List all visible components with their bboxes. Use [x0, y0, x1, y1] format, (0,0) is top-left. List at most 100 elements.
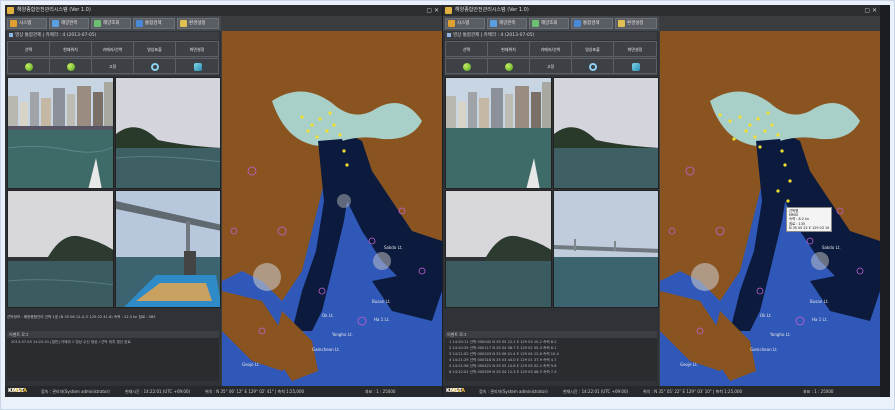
grid-cell-tool[interactable] [175, 58, 219, 74]
radar-sector-icon [691, 263, 719, 291]
log-line: 6 14:22:01 선박 000509 N 35 04 12.3 E 129 … [449, 370, 557, 374]
vessel-info-text [445, 314, 657, 321]
toolbar-button-ocean[interactable]: 해양관측 [49, 18, 89, 29]
island-sea-image [446, 191, 551, 307]
map-label: Busan Lt. [372, 299, 391, 304]
toolbar-button-label: 해양관측 [499, 21, 516, 26]
status-position: 위치 : N 35° 05' 22" E 129° 03' 10" | 축척 1… [643, 389, 743, 394]
left-app-window: 해양종합안전관리시스템 (Ver 1.0) ▢ ✕ 시스템 해양관측 해양조회 … [5, 5, 442, 397]
event-log-panel: 이벤트 로그 2013-07-05 14:22:01 [일반] 카메라 1 영상… [7, 331, 219, 381]
grid-cell-position[interactable] [49, 58, 92, 74]
camera-view-1[interactable] [445, 77, 552, 189]
toolbar-button-label: 해양관측 [61, 21, 78, 26]
map-label: Geoje Lt. [680, 362, 698, 367]
radar-sector-icon [373, 252, 391, 270]
toolbar-button-system[interactable]: 시스템 [7, 18, 47, 29]
logo-main: KMST [8, 388, 24, 394]
grid-cell-mode[interactable]: 고정 [91, 58, 134, 74]
grid-cell-refresh[interactable] [133, 58, 176, 74]
grid-header-screen[interactable]: 화면설정 [613, 41, 657, 57]
status-position: 위치 : N 35° 06' 12" E 129° 02' 41" | 축척 1… [205, 389, 305, 394]
log-title: 이벤트 로그 [7, 331, 219, 338]
control-grid: 선택 현재위치 카메라/선박 영상표출 화면설정 고정 [445, 41, 657, 75]
map-label: Sakdo Lt. [384, 245, 403, 250]
grid-cell-mode[interactable]: 고정 [529, 58, 572, 74]
settings-icon [180, 20, 187, 27]
video-control-panel: 영상 통합관제 | 카메라 : 4 (2013-07-05) 선택 현재위치 카… [5, 31, 221, 397]
grid-header-display[interactable]: 영상표출 [133, 41, 176, 57]
camera-view-2[interactable] [553, 77, 659, 189]
log-line: 4 14:21:29 선박 000318 N 35 03 44.0 E 129 … [449, 358, 557, 362]
company-logo: KMST KOREA [446, 388, 465, 395]
panel-title-bar: 영상 통합관제 | 카메라 : 4 (2013-07-05) [445, 32, 657, 40]
camera-view-3[interactable] [445, 190, 552, 308]
grid-cell-position[interactable] [487, 58, 530, 74]
toolbar-button-settings[interactable]: 환경설정 [177, 18, 219, 29]
grid-header-screen[interactable]: 화면설정 [175, 41, 219, 57]
coast-hill-image [554, 78, 658, 188]
event-log-panel: 이벤트 로그 1 14:20:11 선박 000042 N 35 05 22.1… [445, 331, 657, 381]
toolbar-button-system[interactable]: 시스템 [445, 18, 485, 29]
grid-cell-tool[interactable] [613, 58, 657, 74]
window-controls[interactable]: ▢ ✕ [426, 5, 439, 16]
map-label: Yongho Lt. [331, 332, 353, 337]
toolbar-button-label: 환경설정 [627, 21, 644, 26]
toolbar-button-label: 환경설정 [189, 21, 206, 26]
log-line: 2013-07-05 14:22:01 [일반] 카메라 1 영상 수신 정상 … [11, 340, 131, 344]
database-icon [136, 20, 143, 27]
grid-cell-refresh[interactable] [571, 58, 614, 74]
map-label: Ok Lt. [322, 313, 334, 318]
toolbar-button-search[interactable]: 통합검색 [133, 18, 175, 29]
camera-view-1[interactable] [7, 77, 114, 189]
toolbar-button-query[interactable]: 해양조회 [529, 18, 569, 29]
toolbar-button-search[interactable]: 통합검색 [571, 18, 613, 29]
radar-sector-icon [253, 263, 281, 291]
grid-header-select[interactable]: 선택 [7, 41, 50, 57]
search-icon [94, 20, 101, 27]
toolbar-button-ocean[interactable]: 해양관측 [487, 18, 527, 29]
radar-sector-icon [337, 194, 351, 208]
bridge-boat-image [116, 191, 220, 307]
island-sea-image [8, 191, 113, 307]
camera-view-4[interactable] [115, 190, 221, 308]
camera-view-2[interactable] [115, 77, 221, 189]
window-controls[interactable]: ▢ ✕ [864, 5, 877, 16]
grid-header-position[interactable]: 현재위치 [487, 41, 530, 57]
panel-title: 영상 통합관제 [15, 33, 42, 38]
status-bar: KMST KOREA 접속 : 관리자(System administrator… [5, 386, 442, 397]
camera-view-3[interactable] [7, 190, 114, 308]
sea-chart-map[interactable]: Sakdo Lt. Busan Lt. Ha 1 Lt. Ok Lt. Yong… [222, 31, 442, 397]
grid-header-select[interactable]: 선택 [445, 41, 488, 57]
map-label: Ha 1 Lt. [374, 317, 390, 322]
toolbar-button-query[interactable]: 해양조회 [91, 18, 131, 29]
map-label: Busan Lt. [810, 299, 829, 304]
grid-header-display[interactable]: 영상표출 [571, 41, 614, 57]
status-time: 현재시간 : 14:22:01 (UTC +09:00) [563, 389, 629, 394]
coast-hill-image [116, 78, 220, 188]
grid-cell-select[interactable] [7, 58, 50, 74]
grid-header-camera[interactable]: 카메라/선박 [91, 41, 134, 57]
window-title: 해양종합안전관리시스템 (Ver 1.0) [455, 7, 529, 13]
status-user: 접속 : 관리자(System administrator) [41, 389, 110, 394]
grid-header-position[interactable]: 현재위치 [49, 41, 92, 57]
grid-cell-select[interactable] [445, 58, 488, 74]
right-app-window: 해양종합안전관리시스템 (Ver 1.0) ▢ ✕ 시스템 해양관측 해양조회 … [443, 5, 880, 397]
title-bar: 해양종합안전관리시스템 (Ver 1.0) ▢ ✕ [443, 5, 880, 16]
camera-view-4[interactable] [553, 190, 659, 308]
status-user: 접속 : 관리자(System administrator) [479, 389, 548, 394]
status-scale: 좌표 : 1 : 25000 [365, 389, 396, 394]
panel-subtitle: | 카메라 : 4 (2013-07-05) [42, 33, 97, 38]
app-icon [7, 7, 14, 14]
green-dot-icon [25, 63, 33, 71]
sea-chart-map[interactable]: Sakdo Lt. Busan Lt. Ha 1 Lt. Ok Lt. Yong… [660, 31, 880, 397]
green-dot-icon [505, 63, 513, 71]
app-icon [445, 7, 452, 14]
green-dot-icon [67, 63, 75, 71]
main-toolbar: 시스템 해양관측 해양조회 통합검색 환경설정 [5, 16, 221, 31]
grid-header-camera[interactable]: 카메라/선박 [529, 41, 572, 57]
window-title: 해양종합안전관리시스템 (Ver 1.0) [17, 7, 91, 13]
log-line: 3 14:21:02 선박 000203 N 35 06 01.4 E 129 … [449, 352, 559, 356]
toolbar-button-settings[interactable]: 환경설정 [615, 18, 657, 29]
tool-icon [194, 63, 202, 71]
status-bar: KMST KOREA 접속 : 관리자(System administrator… [443, 386, 880, 397]
